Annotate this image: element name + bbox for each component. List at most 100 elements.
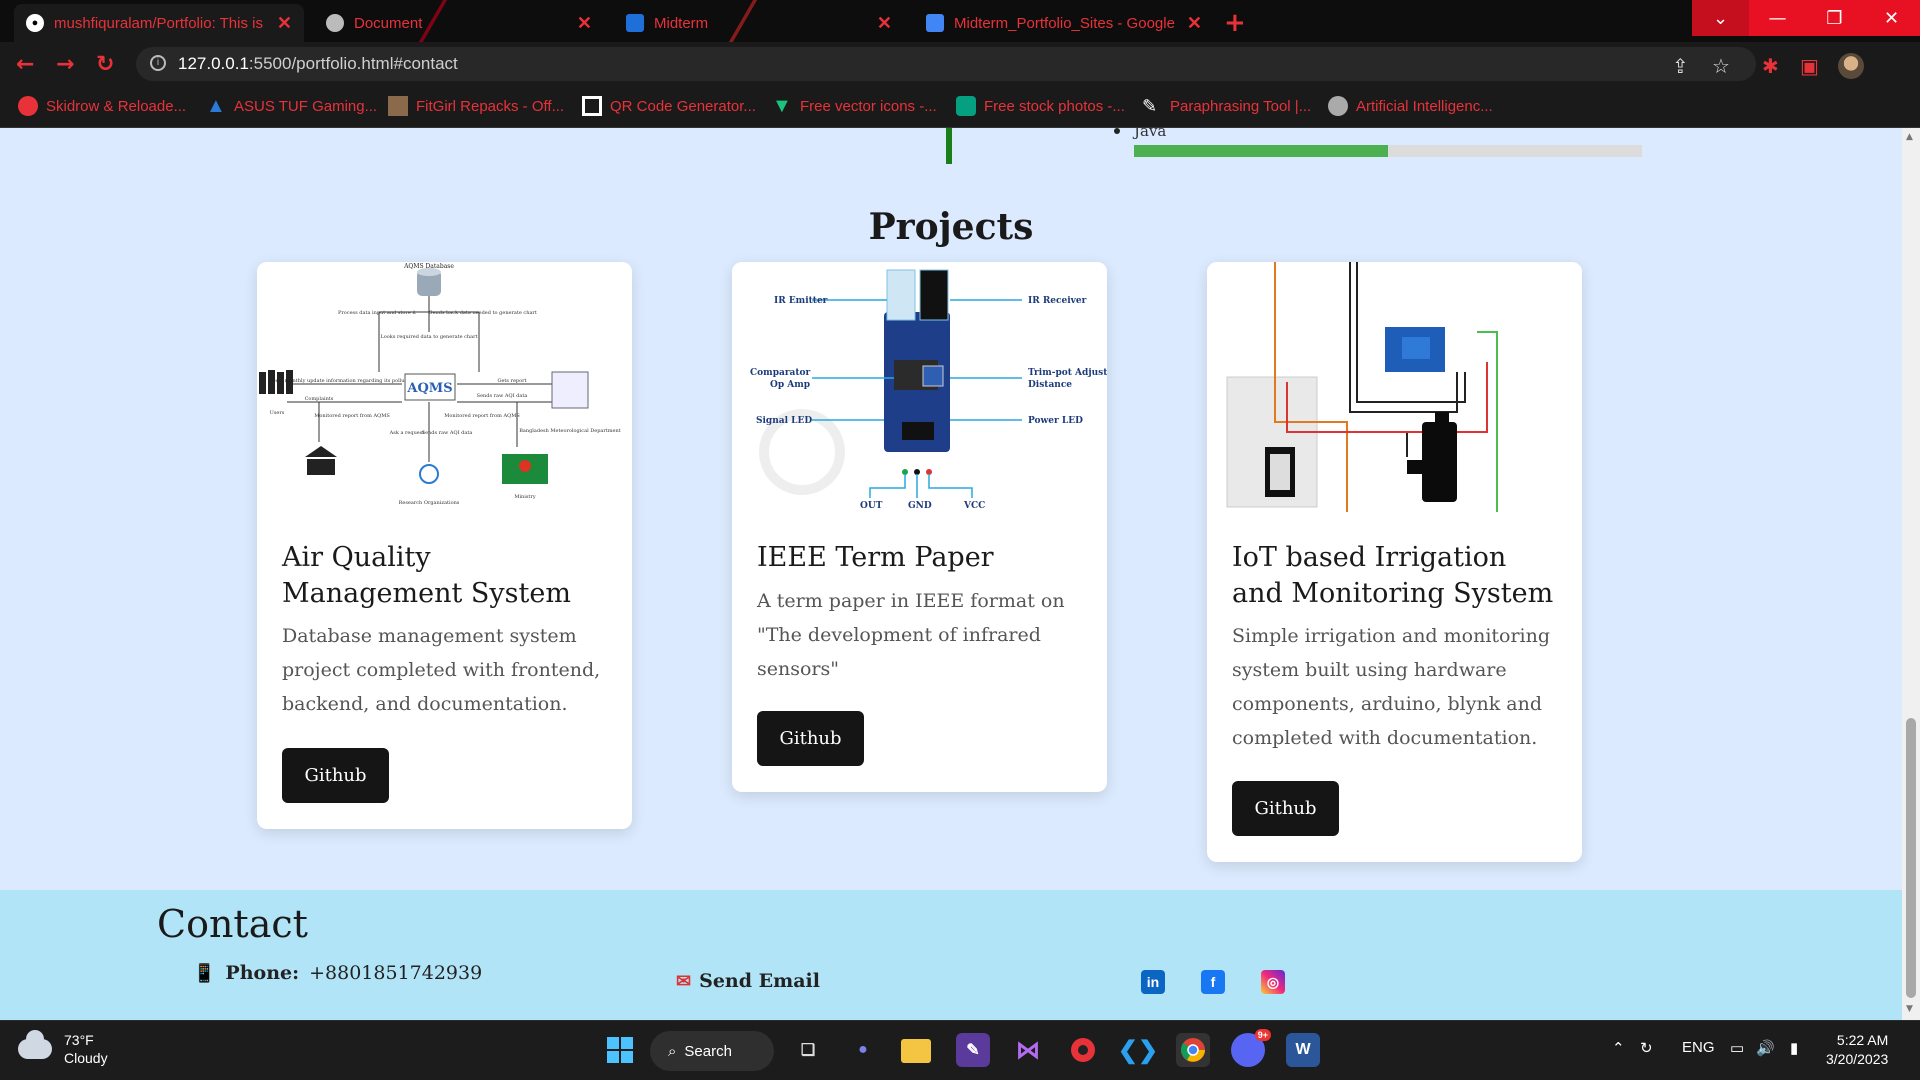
side-panel-icon[interactable]: ▣ <box>1800 54 1819 78</box>
bookmark-item[interactable]: QR Code Generator... <box>582 96 756 116</box>
tab-github[interactable]: ● mushfiquralam/Portfolio: This is a ✕ <box>14 4 304 42</box>
water-pump <box>1422 422 1457 502</box>
close-icon[interactable]: ✕ <box>1187 13 1202 34</box>
skill-progress-track <box>1134 145 1642 157</box>
bookmark-label: Free stock photos -... <box>984 97 1125 115</box>
send-email-link[interactable]: ✉ Send Email <box>676 970 820 992</box>
back-icon[interactable]: ← <box>16 52 34 77</box>
forward-icon[interactable]: → <box>56 52 74 77</box>
vscode-icon[interactable]: ❮❯ <box>1118 1033 1158 1067</box>
diagram-label: Users <box>270 410 285 416</box>
scroll-thumb[interactable] <box>1906 718 1916 998</box>
bookmark-item[interactable]: Skidrow & Reloade... <box>18 96 186 116</box>
scroll-up-icon[interactable]: ▲ <box>1906 132 1913 142</box>
language-indicator[interactable]: ENG <box>1682 1039 1715 1056</box>
aqms-diagram-image: AQMS Database Process data input and sto… <box>257 262 632 512</box>
taskbar-search[interactable]: ⌕ Search <box>650 1031 774 1071</box>
word-icon[interactable]: W <box>1286 1033 1320 1067</box>
start-icon[interactable] <box>603 1033 637 1067</box>
skidrow-icon <box>18 96 38 116</box>
ir-sensor-image: IR Emitter Comparator Op Amp Signal LED … <box>732 262 1107 512</box>
diagram-label: Signal LED <box>756 416 812 426</box>
tab-google-docs[interactable]: Midterm_Portfolio_Sites - Google ✕ <box>914 4 1214 42</box>
minimize-icon[interactable]: — <box>1749 0 1806 36</box>
pin-label: OUT <box>860 501 883 511</box>
weather-widget[interactable]: 73°F Cloudy <box>18 1030 108 1067</box>
bookmark-item[interactable]: ✎ Paraphrasing Tool |... <box>1142 96 1311 116</box>
tab-document[interactable]: Document ✕ <box>314 4 604 42</box>
sync-icon[interactable]: ↻ <box>1640 1039 1653 1057</box>
network-icon[interactable]: ▭ <box>1730 1039 1744 1057</box>
github-button[interactable]: Github <box>1232 781 1339 836</box>
extensions-icon[interactable]: ✱ <box>1762 54 1779 78</box>
tab-midterm[interactable]: Midterm ✕ <box>614 4 904 42</box>
bookmark-label: Skidrow & Reloade... <box>46 97 187 115</box>
cloud-icon <box>18 1030 52 1059</box>
flaticon-icon: ▼ <box>772 95 792 117</box>
github-button[interactable]: Github <box>282 748 389 803</box>
diagram-label: Monitored report from AQMS <box>314 413 390 419</box>
share-icon[interactable]: ⇪ <box>1672 54 1689 78</box>
project-card: IoT based Irrigation and Monitoring Syst… <box>1207 262 1582 862</box>
project-title: IoT based Irrigation and Monitoring Syst… <box>1232 542 1554 609</box>
system-clock[interactable]: 5:22 AM 3/20/2023 <box>1826 1031 1888 1069</box>
chrome-canary-icon[interactable] <box>1066 1033 1100 1067</box>
url-host: 127.0.0.1 <box>178 54 249 73</box>
notepad-app-icon[interactable]: ✎ <box>956 1033 990 1067</box>
teams-chat-icon[interactable]: ● <box>846 1033 880 1067</box>
bookmark-item[interactable]: ▼ Free vector icons -... <box>772 96 937 116</box>
profile-avatar[interactable] <box>1838 53 1864 79</box>
close-icon[interactable]: ✕ <box>877 13 892 34</box>
close-icon[interactable]: ✕ <box>577 13 592 34</box>
site-info-icon[interactable]: i <box>150 55 166 71</box>
page-scrollbar[interactable]: ▲ ▼ <box>1902 128 1920 1020</box>
reload-icon[interactable]: ↻ <box>96 52 114 77</box>
globe-icon <box>326 14 344 32</box>
projects-heading: Projects <box>868 206 1034 248</box>
search-icon: ⌕ <box>668 1042 677 1060</box>
github-button[interactable]: Github <box>757 711 864 766</box>
file-explorer-icon[interactable] <box>901 1039 931 1063</box>
facebook-icon[interactable]: f <box>1201 970 1225 994</box>
address-bar[interactable]: i 127.0.0.1:5500/portfolio.html#contact <box>136 47 1756 81</box>
chevron-up-icon[interactable]: ⌃ <box>1612 1039 1625 1057</box>
visual-studio-icon[interactable]: ⋈ <box>1011 1033 1045 1067</box>
diagram-label: Gets monthly update information regardin… <box>272 378 415 384</box>
tab-title: mushfiquralam/Portfolio: This is a <box>54 14 267 32</box>
scroll-down-icon[interactable]: ▼ <box>1906 1004 1913 1014</box>
bookmark-label: QR Code Generator... <box>610 97 756 115</box>
diagram-label: IR Emitter <box>774 296 828 306</box>
bookmark-label: Free vector icons -... <box>800 97 937 115</box>
qr-icon <box>582 96 602 116</box>
window-close-icon[interactable]: ✕ <box>1863 0 1920 36</box>
instagram-icon[interactable]: ◎ <box>1261 970 1285 994</box>
project-card: AQMS Database Process data input and sto… <box>257 262 632 829</box>
chrome-icon[interactable] <box>1176 1033 1210 1067</box>
phone-number: +8801851742939 <box>309 962 483 984</box>
diagram-label: Process data input and store it <box>338 310 416 316</box>
bookmark-label: Artificial Intelligenc... <box>1356 97 1493 115</box>
skill-progress-fill <box>1134 145 1388 157</box>
browser-toolbar: ← → ↻ i 127.0.0.1:5500/portfolio.html#co… <box>0 42 1920 88</box>
bookmark-star-icon[interactable]: ☆ <box>1712 54 1730 78</box>
restore-icon[interactable]: ❐ <box>1806 0 1863 36</box>
diagram-label: AQMS Database <box>403 263 454 270</box>
building-icon <box>305 446 337 457</box>
bookmark-item[interactable]: FitGirl Repacks - Off... <box>388 96 564 116</box>
bookmark-item[interactable]: Artificial Intelligenc... <box>1328 96 1493 116</box>
task-view-icon[interactable]: ❏ <box>791 1033 825 1067</box>
bookmark-item[interactable]: ▲ ASUS TUF Gaming... <box>206 96 377 116</box>
diagram-label: Research Organizations <box>399 500 460 506</box>
new-tab-icon[interactable]: + <box>1224 8 1246 38</box>
tab-search-icon[interactable]: ⌄ <box>1692 0 1749 36</box>
close-icon[interactable]: ✕ <box>277 13 292 34</box>
battery-icon[interactable]: ▮ <box>1790 1039 1798 1057</box>
discord-icon[interactable]: 9+ <box>1231 1029 1271 1067</box>
bullet <box>1114 128 1120 134</box>
linkedin-icon[interactable]: in <box>1141 970 1165 994</box>
globe-icon <box>1328 96 1348 116</box>
page-viewport: Java Projects AQMS Database Process data… <box>0 128 1902 1020</box>
volume-icon[interactable]: 🔊 <box>1756 1039 1775 1057</box>
bookmark-item[interactable]: Free stock photos -... <box>956 96 1125 116</box>
project-description: Database management system project compl… <box>282 625 601 715</box>
